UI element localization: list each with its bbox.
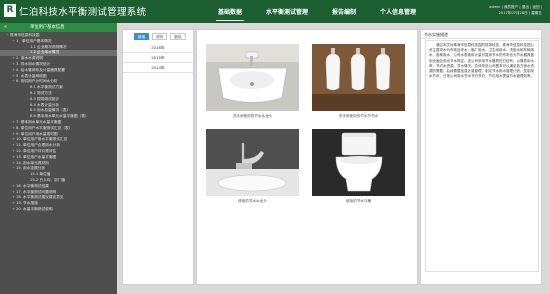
sidebar: « 单位用户基本信息 −珠海市信息科技园 −1、单位用户基本情况 1.1 企业概况说… [0, 23, 117, 294]
sidebar-tree-label: 16. 水平衡测试结果 [16, 183, 49, 188]
sidebar-tree-label: 14. 用水单元具材料 [16, 160, 49, 165]
sidebar-tree-label: 1.2 企业用水情况 [30, 50, 60, 55]
sidebar-tree-label: 10. 单位用户用水平衡测试汇总 [16, 137, 68, 142]
urinal-image [312, 44, 405, 111]
sidebar-tree-label: 5. 水表计量网络图 [16, 73, 47, 78]
action-tabs: 新增 修改 删除 [134, 33, 186, 40]
description-panel: 节水实施描述 通过本次对珠海市信息科技园的现场检查，珠海市信息科技园公司主要采水… [420, 29, 542, 285]
photo-card[interactable]: 使用的节水马桶 [312, 129, 405, 204]
current-date: 2017年07月28日 | 星期五 [498, 10, 542, 15]
sidebar-tree-item[interactable]: +20. 水量平衡测试说明 [0, 207, 117, 213]
sidebar-tree-label: 18. 水平衡测试建议建议意见 [16, 195, 64, 200]
year-item[interactable]: 2015年 [123, 53, 193, 63]
sidebar-tree-label: 6.2 测试方法 [30, 90, 52, 95]
top-bar: R 仁泊科技水平衡测试管理系统 基础数据 水平衡测试管理 报告编制 个人信息管理… [0, 0, 550, 23]
year-item[interactable]: 2016年 [123, 43, 193, 53]
photo-card[interactable]: 洗手间使用的节水节节水 [312, 44, 405, 119]
photo-gallery: 洗手间使用的节水水龙头 洗手间使用的节水节节水 使用的节水水龙头 使用的节水马桶 [196, 29, 418, 285]
logo: R [4, 4, 16, 17]
sidebar-tree-label: 15. 用水定额分析 [16, 166, 46, 171]
sidebar-tree-label: 1.1 企业概况说明情况 [30, 44, 67, 49]
app-title: 仁泊科技水平衡测试管理系统 [19, 7, 147, 18]
sidebar-tree-label: 1、单位用户基本情况 [16, 38, 52, 43]
sidebar-tree-label: 4. 给水管网布及计量器具配置 [16, 67, 65, 72]
sidebar-tree: −珠海市信息科技园 −1、单位用户基本情况 1.1 企业概况说明情况 1.2 企业用水… [0, 33, 117, 213]
sidebar-tree-label: 珠海市信息科技园 [10, 33, 40, 37]
description-title: 节水实施描述 [421, 30, 541, 39]
sidebar-title: 单位用户基本信息 [30, 25, 65, 30]
photo-caption: 使用的节水水龙头 [238, 199, 267, 203]
faucet-image [206, 129, 299, 196]
sidebar-tree-label: 6.3 现场测试统计 [30, 96, 60, 101]
sink-faucet-image [206, 44, 299, 111]
sidebar-tree-label: 17. 水平衡测试问题说明 [16, 189, 57, 194]
sidebar-tree-label: 6.4 水表计量分析 [30, 102, 60, 107]
year-panel: 新增 修改 删除 2016年 2015年 2014年 [122, 29, 194, 285]
photo-card[interactable]: 使用的节水水龙头 [206, 129, 299, 204]
sidebar-tree-label: 19. 节水措施 [16, 201, 38, 206]
year-list: 2016年 2015年 2014年 [123, 43, 193, 73]
sidebar-tree-label: 2. 用水水源说明 [16, 56, 43, 61]
sidebar-tree-label: 9. 单位用户用水量现时图 [16, 131, 58, 136]
nav-report[interactable]: 报告编制 [320, 0, 368, 23]
nav-personal-info[interactable]: 个人信息管理 [368, 0, 428, 23]
sidebar-tree-label: 6. 测试用户计时间水分析 [16, 79, 58, 84]
description-body: 通过本次对珠海市信息科技园的现场检查，珠海市信息科技园公司主要采水为市政自来水，… [425, 40, 539, 272]
sidebar-tree-label: 3. 排水用水情况统计 [16, 61, 51, 66]
main-nav: 基础数据 水平衡测试管理 报告编制 个人信息管理 [206, 0, 428, 23]
sidebar-tree-label: 7. 基本用水单元水量平衡图 [16, 119, 62, 124]
delete-button[interactable]: 删除 [170, 33, 186, 40]
sidebar-tree-label: 11. 单位用户合理用水分析 [16, 143, 60, 148]
photo-card[interactable]: 洗手间使用的节水水龙头 [206, 44, 299, 119]
photo-caption: 洗手间使用的节水水龙头 [232, 114, 273, 118]
user-info: admin | 我的账户 | 退出 | 返回 | 2017年07月28日 | 星… [489, 5, 542, 16]
year-item[interactable]: 2014年 [123, 63, 193, 73]
sidebar-tree-label: 6.5 用水总量情况（表） [30, 108, 71, 113]
toilet-image [312, 129, 405, 196]
sidebar-tree-label: 15.2 日人均、部门值 [30, 177, 66, 182]
add-button[interactable]: 新增 [134, 33, 150, 40]
photo-caption: 洗手间使用的节水节节水 [338, 114, 379, 118]
sidebar-tree-label: 13. 单位用户水量平衡图 [16, 154, 57, 159]
sidebar-tree-label: 12. 单位用户评价规评估 [16, 148, 57, 153]
sidebar-tree-label: 6.1 水平衡测试方案 [30, 85, 63, 90]
sidebar-tree-label: 20. 水量平衡测试说明 [16, 206, 53, 211]
sidebar-header: « 单位用户基本信息 [0, 23, 117, 32]
sidebar-tree-label: 15.1 单位值 [30, 172, 51, 177]
collapse-icon[interactable]: « [4, 23, 7, 32]
nav-basic-data[interactable]: 基础数据 [206, 0, 254, 23]
nav-water-balance-test[interactable]: 水平衡测试管理 [254, 0, 320, 23]
sidebar-tree-label: 6.6 基本用水单元水量平衡图（表） [30, 114, 89, 119]
user-links[interactable]: admin | 我的账户 | 退出 | 返回 | [489, 5, 542, 11]
photo-caption: 使用的节水马桶 [345, 199, 372, 203]
sidebar-tree-label: 8. 单位用户水平衡测试汇总（表） [16, 125, 73, 130]
edit-button[interactable]: 修改 [152, 33, 168, 40]
